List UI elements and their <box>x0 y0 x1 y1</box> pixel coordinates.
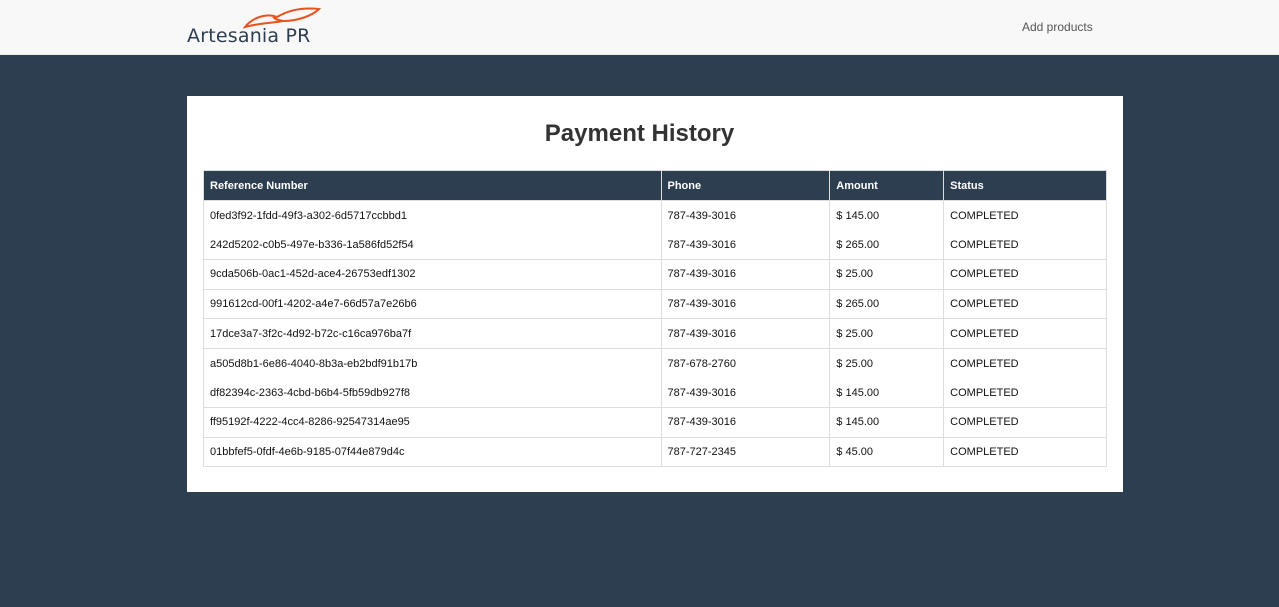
top-navbar: Artesania PR Add products <box>0 0 1279 55</box>
table-row: 0fed3f92-1fdd-49f3-a302-6d5717ccbbd1 787… <box>203 200 1107 231</box>
cell-status: COMPLETED <box>943 436 1107 468</box>
cell-reference: 242d5202-c0b5-497e-b336-1a586fd52f54 <box>203 230 662 261</box>
table-row: 01bbfef5-0fdf-4e6b-9185-07f44e879d4c 787… <box>203 436 1107 468</box>
cell-status: COMPLETED <box>943 259 1107 290</box>
page-title: Payment History <box>544 120 735 147</box>
cell-reference: 01bbfef5-0fdf-4e6b-9185-07f44e879d4c <box>203 436 662 468</box>
brand-name: Artesania PR <box>187 25 311 47</box>
cell-amount: $ 45.00 <box>829 436 945 468</box>
payment-history-table: Reference Number Phone Amount Status 0fe… <box>203 170 1107 468</box>
cell-amount: $ 145.00 <box>829 407 945 438</box>
cell-reference: 0fed3f92-1fdd-49f3-a302-6d5717ccbbd1 <box>203 200 662 231</box>
cell-phone: 787-439-3016 <box>660 378 831 409</box>
cell-status: COMPLETED <box>943 407 1107 438</box>
cell-phone: 787-439-3016 <box>660 230 831 261</box>
column-header-status: Status <box>943 170 1107 201</box>
cell-phone: 787-727-2345 <box>660 436 831 468</box>
cell-amount: $ 265.00 <box>829 288 945 320</box>
cell-reference: 17dce3a7-3f2c-4d92-b72c-c16ca976ba7f <box>203 318 662 349</box>
nav-link-add-products[interactable]: Add products <box>1022 20 1093 34</box>
cell-reference: a505d8b1-6e86-4040-8b3a-eb2bdf91b17b <box>203 347 662 379</box>
cell-amount: $ 25.00 <box>829 318 945 349</box>
cell-phone: 787-439-3016 <box>660 200 831 231</box>
cell-phone: 787-439-3016 <box>660 407 831 438</box>
cell-status: COMPLETED <box>943 230 1107 261</box>
cell-reference: df82394c-2363-4cbd-b6b4-5fb59db927f8 <box>203 378 662 409</box>
column-header-amount: Amount <box>829 170 945 201</box>
table-row: df82394c-2363-4cbd-b6b4-5fb59db927f8 787… <box>203 378 1107 409</box>
table-row: 9cda506b-0ac1-452d-ace4-26753edf1302 787… <box>203 259 1107 290</box>
brand-logo-link[interactable]: Artesania PR <box>187 5 327 49</box>
cell-amount: $ 145.00 <box>829 200 945 231</box>
table-row: 242d5202-c0b5-497e-b336-1a586fd52f54 787… <box>203 230 1107 261</box>
cell-reference: 991612cd-00f1-4202-a4e7-66d57a7e26b6 <box>203 288 662 320</box>
cell-reference: 9cda506b-0ac1-452d-ace4-26753edf1302 <box>203 259 662 290</box>
table-row: ff95192f-4222-4cc4-8286-92547314ae95 787… <box>203 407 1107 438</box>
cell-reference: ff95192f-4222-4cc4-8286-92547314ae95 <box>203 407 662 438</box>
cell-phone: 787-439-3016 <box>660 288 831 320</box>
column-header-phone: Phone <box>660 170 831 201</box>
cell-status: COMPLETED <box>943 288 1107 320</box>
cell-status: COMPLETED <box>943 318 1107 349</box>
cell-amount: $ 25.00 <box>829 259 945 290</box>
table-row: a505d8b1-6e86-4040-8b3a-eb2bdf91b17b 787… <box>203 347 1107 379</box>
table-row: 991612cd-00f1-4202-a4e7-66d57a7e26b6 787… <box>203 288 1107 320</box>
table-row: 17dce3a7-3f2c-4d92-b72c-c16ca976ba7f 787… <box>203 318 1107 349</box>
cell-status: COMPLETED <box>943 200 1107 231</box>
cell-amount: $ 25.00 <box>829 347 945 379</box>
cell-status: COMPLETED <box>943 347 1107 379</box>
cell-phone: 787-439-3016 <box>660 318 831 349</box>
cell-phone: 787-439-3016 <box>660 259 831 290</box>
cell-amount: $ 265.00 <box>829 230 945 261</box>
cell-status: COMPLETED <box>943 378 1107 409</box>
cell-phone: 787-678-2760 <box>660 347 831 379</box>
column-header-reference: Reference Number <box>203 170 662 201</box>
cell-amount: $ 145.00 <box>829 378 945 409</box>
table-header-row: Reference Number Phone Amount Status <box>203 170 1107 201</box>
